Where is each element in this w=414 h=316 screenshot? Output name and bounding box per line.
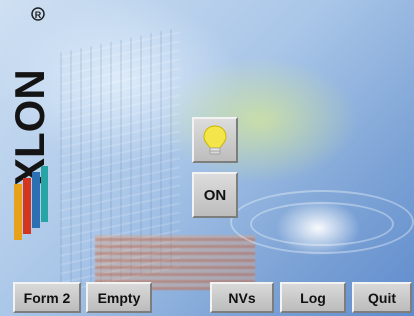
- app-screen: R XLON ON Form 2 Empty NVs Log Quit: [0, 0, 414, 316]
- svg-text:R: R: [35, 10, 42, 20]
- lightbulb-icon: [203, 125, 227, 155]
- form-2-button[interactable]: Form 2: [13, 282, 81, 313]
- empty-button[interactable]: Empty: [86, 282, 152, 313]
- nvs-button[interactable]: NVs: [210, 282, 274, 313]
- light-toggle-button[interactable]: [192, 117, 238, 163]
- exlon-logo: R XLON: [6, 7, 50, 240]
- light-state-button[interactable]: ON: [192, 172, 238, 218]
- quit-button[interactable]: Quit: [352, 282, 412, 313]
- background-water-ripple: [250, 202, 394, 246]
- log-button[interactable]: Log: [280, 282, 346, 313]
